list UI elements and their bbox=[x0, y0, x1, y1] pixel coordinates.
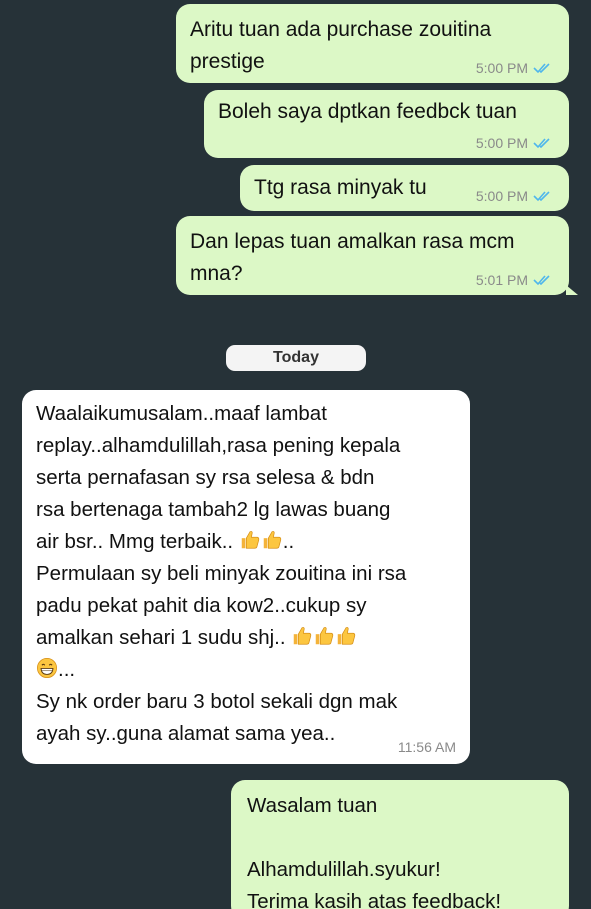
message-meta: 5:00 PM bbox=[476, 134, 553, 152]
message-line: Wasalam tuan bbox=[247, 794, 378, 817]
message-line: Waalaikumusalam..maaf lambat bbox=[36, 402, 327, 425]
message-bubble-outgoing[interactable]: Dan lepas tuan amalkan rasa mcm mna? 5:0… bbox=[176, 216, 578, 295]
message-line-with-emoji: air bsr.. Mmg terbaik.. .. bbox=[36, 526, 456, 558]
message-bubble-outgoing[interactable]: Boleh saya dptkan feedbck tuan 5:00 PM bbox=[204, 90, 569, 158]
message-line: air bsr.. Mmg terbaik.. bbox=[36, 530, 234, 553]
message-line: Terima kasih atas feedback! bbox=[247, 890, 502, 909]
double-check-icon bbox=[533, 275, 550, 286]
message-meta: 5:00 PM bbox=[476, 59, 553, 77]
double-check-icon bbox=[533, 138, 550, 149]
message-bubble-outgoing[interactable]: Wasalam tuan Alhamdulillah.syukur! Terim… bbox=[231, 780, 569, 909]
thumbs-up-icon bbox=[316, 627, 334, 645]
message-line: Permulaan sy beli minyak zouitina ini rs… bbox=[36, 562, 407, 585]
message-line: ayah sy..guna alamat sama yea.. bbox=[36, 722, 336, 745]
message-line: rsa bertenaga tambah2 lg lawas buang bbox=[36, 498, 391, 521]
message-trailing-dots: .. bbox=[282, 530, 295, 553]
double-check-icon bbox=[533, 191, 550, 202]
double-check-icon bbox=[533, 63, 550, 74]
message-time: 5:00 PM bbox=[475, 188, 528, 204]
message-text: Boleh saya dptkan feedbck tuan bbox=[218, 100, 517, 123]
message-line: ... bbox=[58, 658, 76, 681]
message-line: replay..alhamdulillah,rasa pening kepala bbox=[36, 434, 401, 457]
message-line-with-emoji: ... bbox=[36, 654, 456, 686]
message-time: 5:00 PM bbox=[475, 135, 528, 151]
message-time: 11:56 AM bbox=[397, 739, 456, 755]
message-line: padu pekat pahit dia kow2..cukup sy bbox=[36, 594, 367, 617]
message-bubble-outgoing[interactable]: Aritu tuan ada purchase zouitina prestig… bbox=[176, 4, 569, 83]
grinning-face-icon bbox=[37, 658, 57, 678]
thumbs-up-icon bbox=[294, 627, 312, 645]
message-line-with-emoji: amalkan sehari 1 sudu shj.. bbox=[36, 622, 456, 654]
message-line: Sy nk order baru 3 botol sekali dgn mak bbox=[36, 690, 398, 713]
day-separator: Today bbox=[226, 345, 366, 371]
message-meta: 11:56 AM bbox=[398, 738, 456, 756]
message-meta: 5:00 PM bbox=[476, 187, 553, 205]
thumbs-up-icon bbox=[241, 531, 259, 549]
thumbs-up-icon bbox=[338, 627, 356, 645]
message-line: Alhamdulillah.syukur! bbox=[247, 858, 441, 881]
message-bubble-outgoing[interactable]: Ttg rasa minyak tu 5:00 PM bbox=[240, 165, 569, 211]
bubble-tail bbox=[566, 285, 578, 295]
message-bubble-incoming[interactable]: Waalaikumusalam..maaf lambat replay..alh… bbox=[22, 390, 470, 764]
message-line: amalkan sehari 1 sudu shj.. bbox=[36, 626, 286, 649]
thumbs-up-icon bbox=[263, 531, 281, 549]
message-meta: 5:01 PM bbox=[476, 271, 553, 289]
message-line: serta pernafasan sy rsa selesa & bdn bbox=[36, 466, 375, 489]
message-time: 5:01 PM bbox=[475, 272, 528, 288]
message-time: 5:00 PM bbox=[475, 60, 528, 76]
